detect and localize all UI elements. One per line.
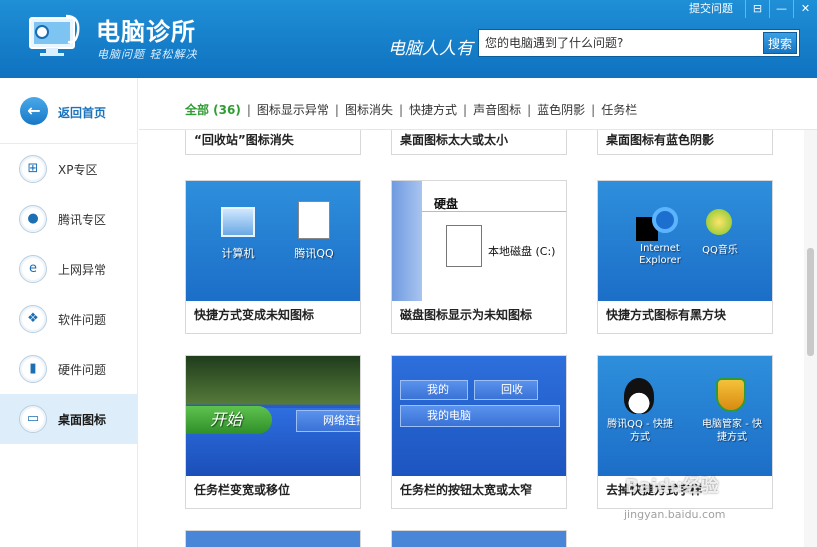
problem-card[interactable]: [391, 530, 567, 547]
hardware-icon: ▮: [19, 355, 47, 383]
card-thumbnail: [392, 531, 566, 547]
card-thumbnail: Internet Explorer QQ音乐: [598, 181, 772, 301]
card-caption: 任务栏变宽或移位: [194, 483, 291, 497]
search-box: 搜索: [478, 29, 800, 57]
tab-separator: |: [246, 102, 251, 117]
card-caption: 桌面图标有蓝色阴影: [606, 133, 715, 147]
sidebar: ← 返回首页 ⊞ XP专区 ● 腾讯专区 e 上网异常 ❖ 软件问题 ▮ 硬件问…: [0, 78, 138, 547]
problem-card[interactable]: 硬盘 本地磁盘 (C:) 磁盘图标显示为未知图标: [391, 180, 567, 334]
card-thumbnail: [186, 531, 360, 547]
sidebar-item-label: XP专区: [58, 163, 98, 177]
problem-card[interactable]: “回收站”图标消失: [185, 130, 361, 155]
card-thumbnail: 腾讯QQ - 快捷方式 电脑管家 - 快捷方式: [598, 356, 772, 476]
tab-sound-icon[interactable]: 声音图标: [473, 101, 521, 118]
problem-card[interactable]: [185, 530, 361, 547]
sidebar-item-software[interactable]: ❖ 软件问题: [0, 294, 138, 344]
watermark: Baidu经验: [625, 476, 719, 497]
ie-icon: [652, 207, 678, 233]
tab-separator: |: [398, 102, 404, 117]
card-caption: 任务栏的按钮太宽或太窄: [400, 483, 533, 497]
sidebar-item-desktop-icons[interactable]: ▭ 桌面图标: [0, 394, 138, 444]
back-home-label: 返回首页: [58, 106, 107, 120]
watermark-url: jingyan.baidu.com: [624, 508, 726, 521]
ie-browser-icon: e: [19, 255, 47, 283]
feedback-link[interactable]: 提交问题: [679, 0, 745, 18]
unknown-file-icon: 腾讯QQ: [284, 201, 344, 261]
problem-card[interactable]: 桌面图标太大或太小: [391, 130, 567, 155]
card-caption: 桌面图标太大或太小: [400, 133, 509, 147]
search-input[interactable]: [479, 30, 763, 56]
card-thumbnail: 我的 回收 我的电脑: [392, 356, 566, 476]
search-button[interactable]: 搜索: [763, 32, 797, 54]
desktop-icon: ▭: [19, 405, 47, 433]
problem-card[interactable]: 开始 网络连接 任务栏变宽或移位: [185, 355, 361, 509]
arrow-left-icon: ←: [20, 97, 48, 125]
taskbar-button-recycle: 回收: [474, 380, 538, 400]
taskbar-button-mycomputer: 我的电脑: [400, 405, 560, 427]
minimize-icon[interactable]: —: [769, 0, 793, 18]
scrollbar-thumb[interactable]: [807, 248, 814, 356]
ie-label: Internet Explorer: [639, 243, 681, 266]
app-slogan: 电脑问题 轻松解决: [97, 48, 198, 61]
stethoscope-monitor-icon: [29, 14, 80, 56]
card-thumbnail: 计算机 腾讯QQ: [186, 181, 360, 301]
sidebar-item-hardware[interactable]: ▮ 硬件问题: [0, 344, 138, 394]
disk-section-title: 硬盘: [434, 197, 459, 211]
qq-penguin-icon: [624, 378, 654, 414]
category-tabs: 全部 (36) | 图标显示异常 | 图标消失 | 快捷方式 | 声音图标 | …: [139, 78, 817, 130]
back-home-button[interactable]: ← 返回首页: [0, 78, 138, 144]
taskbar-button-my: 我的: [400, 380, 468, 400]
sidebar-item-label: 桌面图标: [58, 413, 107, 427]
card-caption: 磁盘图标显示为未知图标: [400, 308, 533, 322]
problem-card[interactable]: 计算机 腾讯QQ 快捷方式变成未知图标: [185, 180, 361, 334]
qq-penguin-icon: ●: [19, 205, 47, 233]
sidebar-item-label: 硬件问题: [58, 363, 107, 377]
problem-card[interactable]: Internet Explorer QQ音乐 快捷方式图标有黑方块: [597, 180, 773, 334]
tab-blue-shadow[interactable]: 蓝色阴影: [537, 101, 585, 118]
content-scrollbar[interactable]: [804, 130, 817, 547]
tab-separator: |: [527, 102, 532, 117]
qq-shortcut-label: 腾讯QQ - 快捷方式: [607, 419, 673, 443]
local-disk-label: 本地磁盘 (C:): [488, 245, 556, 258]
qq-music-icon: [706, 209, 732, 235]
unknown-disk-icon: [446, 225, 482, 267]
tab-separator: |: [463, 102, 468, 117]
tab-separator: |: [591, 102, 596, 117]
sidebar-item-label: 软件问题: [58, 313, 107, 327]
close-icon[interactable]: ✕: [793, 0, 817, 18]
computer-icon: 计算机: [210, 207, 266, 261]
guard-shield-icon: [716, 378, 746, 412]
windows-icon: ⊞: [19, 155, 47, 183]
card-thumbnail: 开始 网络连接: [186, 356, 360, 476]
problem-card[interactable]: 桌面图标有蓝色阴影: [597, 130, 773, 155]
start-button: 开始: [186, 406, 272, 434]
card-caption: 快捷方式变成未知图标: [194, 308, 315, 322]
sidebar-item-internet[interactable]: e 上网异常: [0, 244, 138, 294]
sidebar-item-xp[interactable]: ⊞ XP专区: [0, 144, 138, 194]
qq-music-label: QQ音乐: [702, 245, 738, 256]
sidebar-item-label: 腾讯专区: [58, 213, 107, 227]
software-icon: ❖: [19, 305, 47, 333]
tab-taskbar[interactable]: 任务栏: [601, 101, 637, 118]
tagline: 电脑人人有: [388, 39, 473, 59]
menu-icon[interactable]: ⊟: [745, 0, 769, 18]
tab-icon-missing[interactable]: 图标消失: [345, 101, 393, 118]
guard-shortcut-label: 电脑管家 - 快捷方式: [702, 419, 762, 443]
tab-icon-display[interactable]: 图标显示异常: [257, 101, 329, 118]
problem-card[interactable]: 我的 回收 我的电脑 任务栏的按钮太宽或太窄: [391, 355, 567, 509]
card-thumbnail: 硬盘 本地磁盘 (C:): [392, 181, 566, 301]
app-header: 电脑诊所 电脑问题 轻松解决 电脑人人有 搜索 提交问题 ⊟ — ✕: [0, 0, 817, 78]
card-caption: 快捷方式图标有黑方块: [606, 308, 727, 322]
network-taskbar-button: 网络连接: [296, 410, 360, 432]
window-controls: 提交问题 ⊟ — ✕: [679, 0, 817, 18]
tab-all[interactable]: 全部 (36): [185, 101, 241, 118]
sidebar-item-label: 上网异常: [58, 263, 107, 277]
tab-shortcut[interactable]: 快捷方式: [409, 101, 457, 118]
sidebar-item-tencent[interactable]: ● 腾讯专区: [0, 194, 138, 244]
tab-separator: |: [334, 102, 339, 117]
card-caption: “回收站”图标消失: [194, 133, 294, 147]
app-name: 电脑诊所: [96, 18, 196, 46]
